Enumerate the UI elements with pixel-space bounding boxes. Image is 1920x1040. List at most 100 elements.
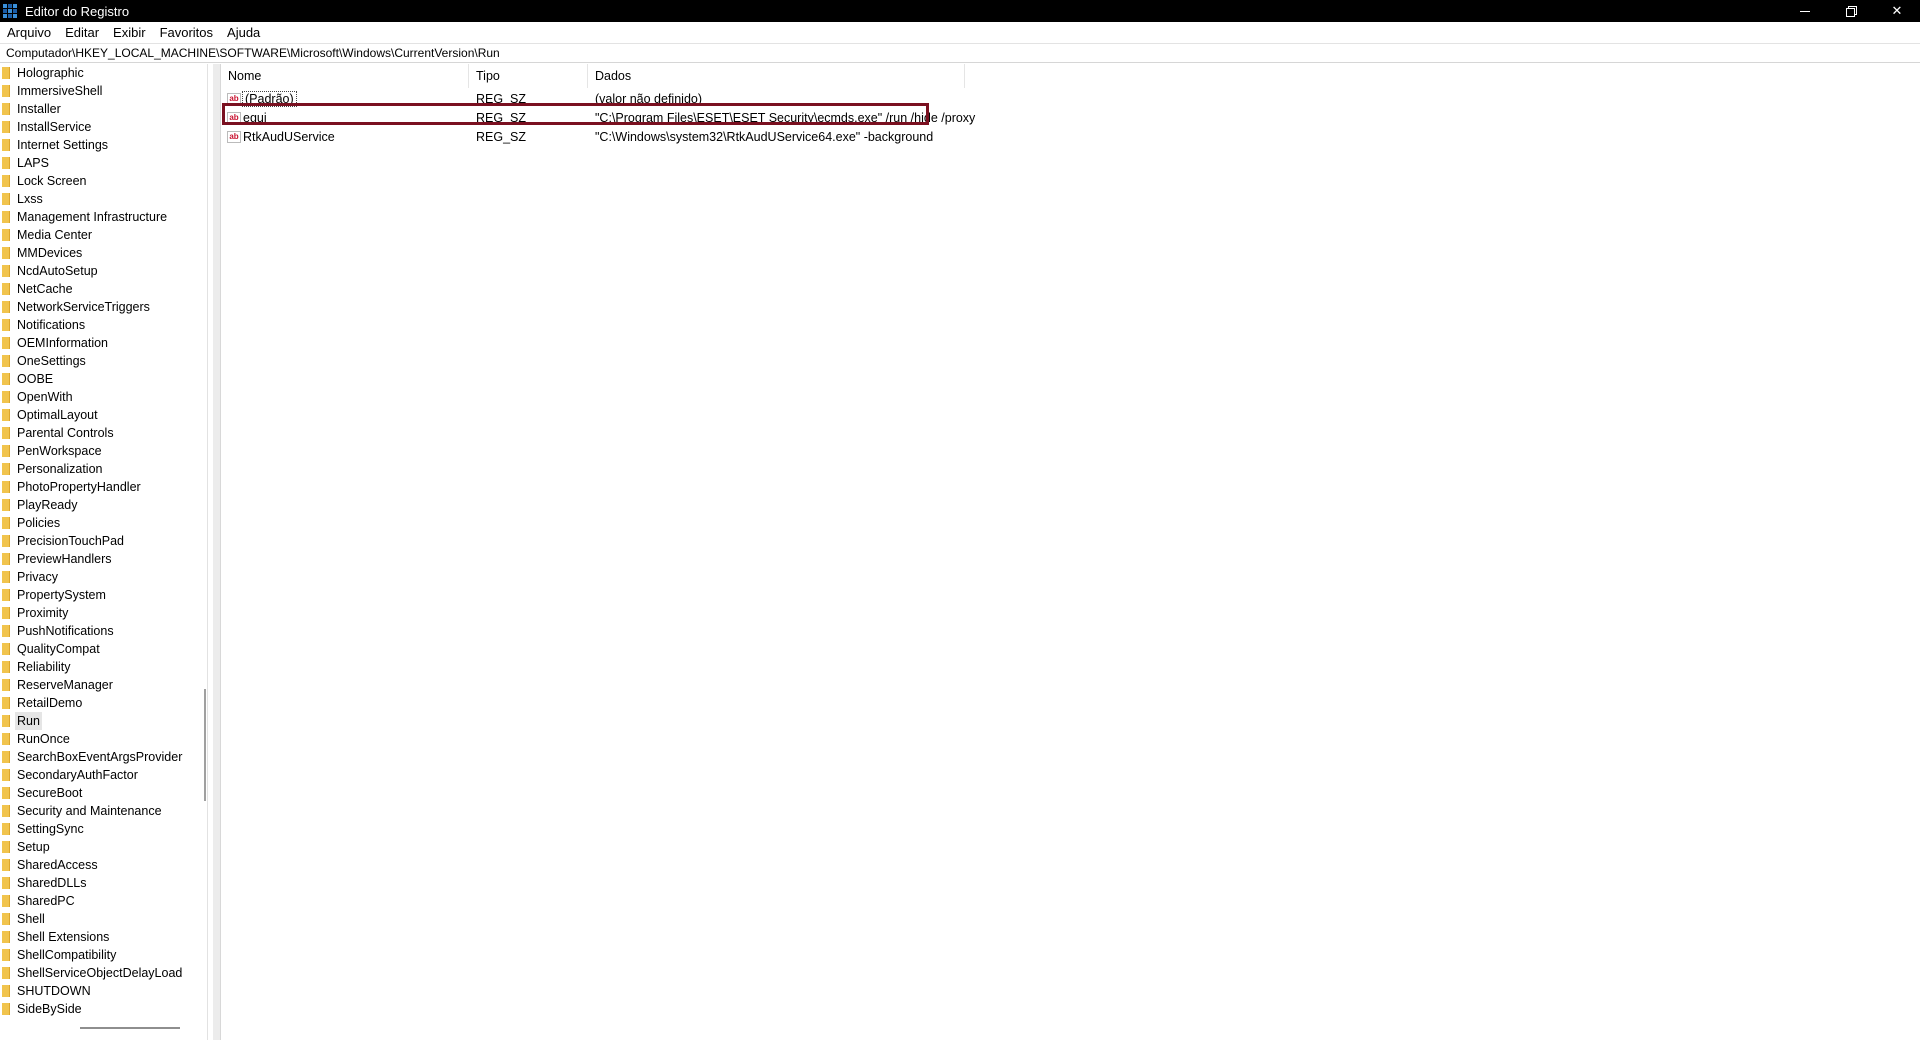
tree-item-shellserviceobjectdelayload[interactable]: ShellServiceObjectDelayLoad — [0, 964, 198, 982]
tree-item-lxss[interactable]: Lxss — [0, 190, 198, 208]
tree-horizontal-scrollbar[interactable] — [80, 1027, 180, 1029]
tree-item-optimallayout[interactable]: OptimalLayout — [0, 406, 198, 424]
tree-item-privacy[interactable]: Privacy — [0, 568, 198, 586]
folder-icon — [2, 355, 10, 367]
tree-item-label: Lock Screen — [17, 174, 87, 188]
tree-item-management-infrastructure[interactable]: Management Infrastructure — [0, 208, 198, 226]
folder-icon — [2, 913, 10, 925]
tree-item-shell[interactable]: Shell — [0, 910, 198, 928]
folder-icon — [2, 445, 10, 457]
tree-item-reliability[interactable]: Reliability — [0, 658, 198, 676]
folder-icon — [2, 517, 10, 529]
tree-item-shutdown[interactable]: SHUTDOWN — [0, 982, 198, 1000]
menu-favoritos[interactable]: Favoritos — [153, 22, 220, 43]
regedit-app-icon — [3, 4, 17, 18]
tree-item-netcache[interactable]: NetCache — [0, 280, 198, 298]
tree-item-networkservicetriggers[interactable]: NetworkServiceTriggers — [0, 298, 198, 316]
close-icon: ✕ — [1891, 3, 1903, 18]
tree-item-propertysystem[interactable]: PropertySystem — [0, 586, 198, 604]
tree-item-mmdevices[interactable]: MMDevices — [0, 244, 198, 262]
tree-item-notifications[interactable]: Notifications — [0, 316, 198, 334]
tree-item-media-center[interactable]: Media Center — [0, 226, 198, 244]
minimize-button[interactable] — [1782, 0, 1828, 22]
tree-item-playready[interactable]: PlayReady — [0, 496, 198, 514]
tree-item-sidebyside[interactable]: SideBySide — [0, 1000, 198, 1018]
folder-icon — [2, 337, 10, 349]
tree-item-label: SharedAccess — [17, 858, 98, 872]
tree-item-photopropertyhandler[interactable]: PhotoPropertyHandler — [0, 478, 198, 496]
column-header-data[interactable]: Dados — [588, 64, 965, 88]
tree-item-laps[interactable]: LAPS — [0, 154, 198, 172]
menu-arquivo[interactable]: Arquivo — [0, 22, 58, 43]
value-row-rtkaudservice[interactable]: ab RtkAudUService REG_SZ "C:\Windows\sys… — [221, 127, 1008, 146]
tree-item-oobe[interactable]: OOBE — [0, 370, 198, 388]
tree-item-label: ShellServiceObjectDelayLoad — [17, 966, 183, 980]
tree-item-immersiveshell[interactable]: ImmersiveShell — [0, 82, 198, 100]
column-header-name[interactable]: Nome — [221, 64, 469, 88]
tree-item-secureboot[interactable]: SecureBoot — [0, 784, 198, 802]
tree-item-reservemanager[interactable]: ReserveManager — [0, 676, 198, 694]
folder-icon — [2, 751, 10, 763]
folder-icon — [2, 931, 10, 943]
tree-item-settingsync[interactable]: SettingSync — [0, 820, 198, 838]
tree-item-policies[interactable]: Policies — [0, 514, 198, 532]
tree-item-qualitycompat[interactable]: QualityCompat — [0, 640, 198, 658]
tree-item-setup[interactable]: Setup — [0, 838, 198, 856]
tree-item-personalization[interactable]: Personalization — [0, 460, 198, 478]
tree-item-openwith[interactable]: OpenWith — [0, 388, 198, 406]
tree-item-pushnotifications[interactable]: PushNotifications — [0, 622, 198, 640]
tree-item-internet-settings[interactable]: Internet Settings — [0, 136, 198, 154]
folder-icon — [2, 787, 10, 799]
pane-splitter[interactable] — [213, 64, 220, 1040]
tree-item-label: Personalization — [17, 462, 103, 476]
title-bar: Editor do Registro ✕ — [0, 0, 1920, 22]
tree-item-security-and-maintenance[interactable]: Security and Maintenance — [0, 802, 198, 820]
tree-item-installer[interactable]: Installer — [0, 100, 198, 118]
tree-item-holographic[interactable]: Holographic — [0, 64, 198, 82]
tree-item-shellcompatibility[interactable]: ShellCompatibility — [0, 946, 198, 964]
close-button[interactable]: ✕ — [1874, 0, 1920, 22]
tree-item-secondaryauthfactor[interactable]: SecondaryAuthFactor — [0, 766, 198, 784]
tree-item-runonce[interactable]: RunOnce — [0, 730, 198, 748]
tree-item-retaildemo[interactable]: RetailDemo — [0, 694, 198, 712]
tree-item-shell-extensions[interactable]: Shell Extensions — [0, 928, 198, 946]
column-header-type[interactable]: Tipo — [469, 64, 588, 88]
tree-item-sharedpc[interactable]: SharedPC — [0, 892, 198, 910]
tree-item-label: OOBE — [17, 372, 54, 386]
tree-item-previewhandlers[interactable]: PreviewHandlers — [0, 550, 198, 568]
folder-icon — [2, 697, 10, 709]
tree-item-oeminformation[interactable]: OEMInformation — [0, 334, 198, 352]
tree-item-precisiontouchpad[interactable]: PrecisionTouchPad — [0, 532, 198, 550]
restore-icon — [1846, 6, 1857, 17]
tree-item-shareddlls[interactable]: SharedDLLs — [0, 874, 198, 892]
tree-item-label: RetailDemo — [17, 696, 83, 710]
tree-vertical-scrollbar[interactable] — [204, 689, 206, 801]
registry-tree-pane[interactable]: Holographic ImmersiveShell Installer Instal… — [0, 64, 208, 1040]
tree-item-run[interactable]: Run — [0, 712, 198, 730]
tree-item-label: LAPS — [17, 156, 49, 170]
tree-item-sharedaccess[interactable]: SharedAccess — [0, 856, 198, 874]
tree-item-lock-screen[interactable]: Lock Screen — [0, 172, 198, 190]
address-bar[interactable]: Computador\HKEY_LOCAL_MACHINE\SOFTWARE\M… — [0, 43, 1920, 63]
folder-icon — [2, 247, 10, 259]
tree-item-proximity[interactable]: Proximity — [0, 604, 198, 622]
tree-item-onesettings[interactable]: OneSettings — [0, 352, 198, 370]
window-title: Editor do Registro — [25, 3, 130, 19]
tree-item-installservice[interactable]: InstallService — [0, 118, 198, 136]
folder-icon — [2, 949, 10, 961]
menu-ajuda[interactable]: Ajuda — [220, 22, 267, 43]
folder-icon — [2, 1003, 10, 1015]
tree-item-searchboxeventargsprovider[interactable]: SearchBoxEventArgsProvider — [0, 748, 198, 766]
folder-icon — [2, 157, 10, 169]
tree-item-parental-controls[interactable]: Parental Controls — [0, 424, 198, 442]
folder-icon — [2, 643, 10, 655]
restore-button[interactable] — [1828, 0, 1874, 22]
tree-item-label: ImmersiveShell — [17, 84, 103, 98]
window-controls: ✕ — [1782, 0, 1920, 22]
tree-item-ncdautosetup[interactable]: NcdAutoSetup — [0, 262, 198, 280]
menu-editar[interactable]: Editar — [58, 22, 106, 43]
menu-exibir[interactable]: Exibir — [106, 22, 153, 43]
tree-item-label: NetworkServiceTriggers — [17, 300, 150, 314]
tree-item-label: OEMInformation — [17, 336, 109, 350]
tree-item-penworkspace[interactable]: PenWorkspace — [0, 442, 198, 460]
